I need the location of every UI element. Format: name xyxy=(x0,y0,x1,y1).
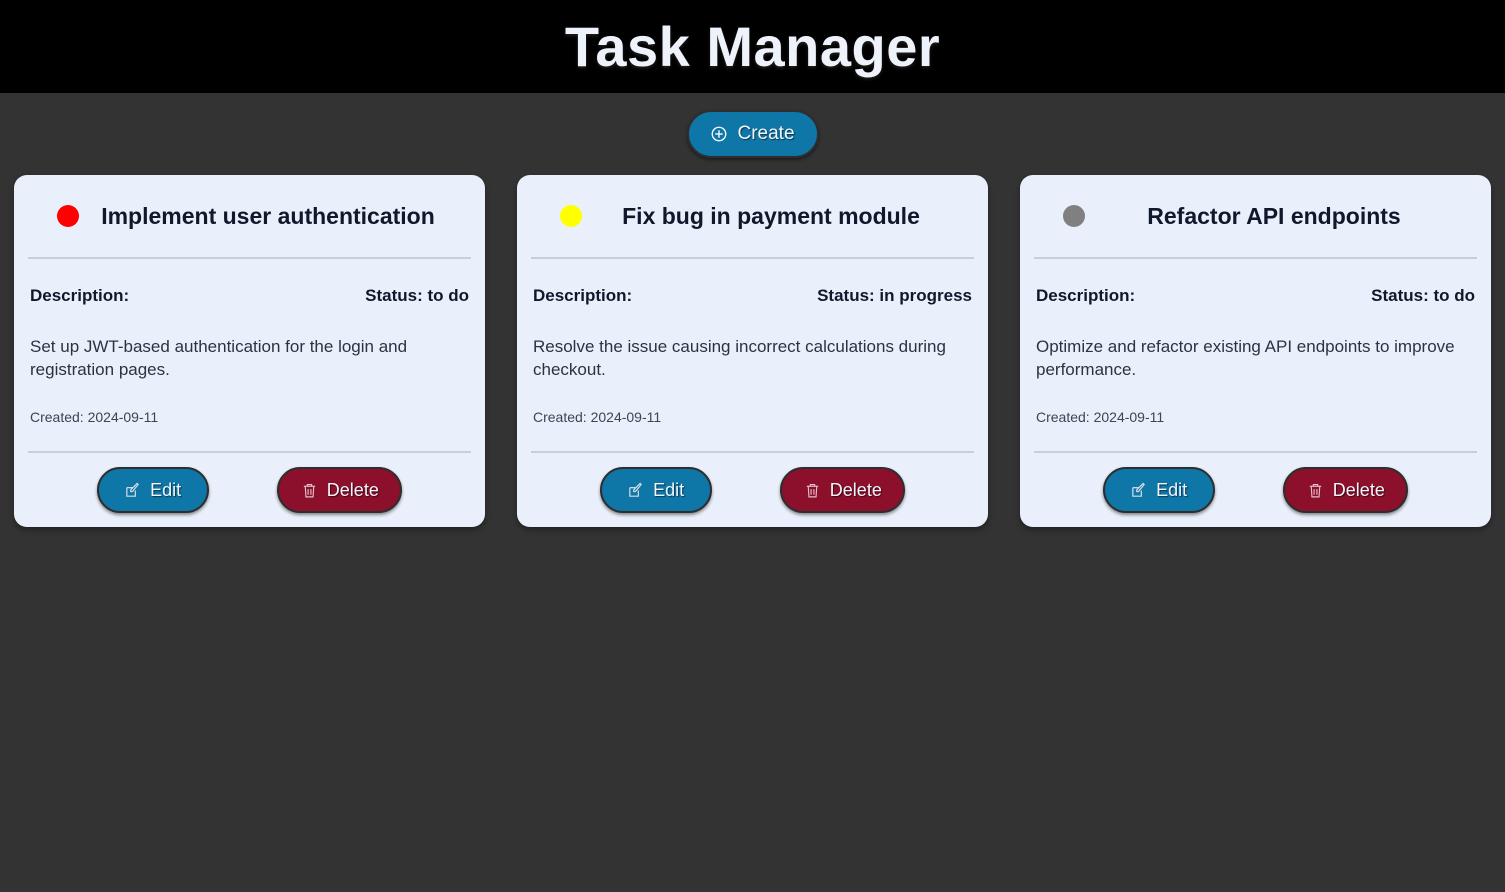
task-card[interactable]: Fix bug in payment module Description: S… xyxy=(517,175,988,527)
task-title: Refactor API endpoints xyxy=(1147,202,1401,229)
edit-button[interactable]: Edit xyxy=(599,467,712,513)
task-created-date: Created: 2024-09-11 xyxy=(30,408,159,425)
task-meta: Description: Status: in progress xyxy=(531,259,974,306)
page-title: Task Manager xyxy=(564,14,941,78)
trash-icon xyxy=(301,482,318,499)
status-badge: Status: in progress xyxy=(817,286,972,305)
delete-button-label: Delete xyxy=(829,479,882,500)
task-card-header: Implement user authentication xyxy=(28,175,471,259)
task-card[interactable]: Implement user authentication Descriptio… xyxy=(14,175,485,527)
task-meta: Description: Status: to do xyxy=(1034,259,1477,306)
trash-icon xyxy=(804,482,821,499)
delete-button[interactable]: Delete xyxy=(1283,467,1409,513)
task-description: Resolve the issue causing incorrect calc… xyxy=(533,337,946,380)
status-badge: Status: to do xyxy=(1371,286,1475,305)
task-created-date: Created: 2024-09-11 xyxy=(533,408,662,425)
delete-button-label: Delete xyxy=(326,479,379,500)
edit-button-label: Edit xyxy=(150,479,182,500)
task-description: Optimize and refactor existing API endpo… xyxy=(1036,337,1455,380)
task-card-actions: Edit Delete xyxy=(531,451,974,527)
delete-button[interactable]: Delete xyxy=(277,467,403,513)
pencil-square-icon xyxy=(627,482,644,499)
status-dot xyxy=(560,205,582,227)
description-label: Description: xyxy=(30,286,130,305)
description-label: Description: xyxy=(533,286,633,305)
edit-button-label: Edit xyxy=(653,479,685,500)
task-title: Implement user authentication xyxy=(101,202,435,229)
create-button-label: Create xyxy=(737,123,795,144)
toolbar: Create xyxy=(0,93,1505,158)
task-card[interactable]: Refactor API endpoints Description: Stat… xyxy=(1020,175,1491,527)
task-card-actions: Edit Delete xyxy=(28,451,471,527)
task-card-header: Fix bug in payment module xyxy=(531,175,974,259)
task-card-list: Implement user authentication Descriptio… xyxy=(0,158,1505,527)
edit-button-label: Edit xyxy=(1156,479,1188,500)
plus-circle-icon xyxy=(710,125,728,143)
pencil-square-icon xyxy=(1130,482,1147,499)
task-created-date: Created: 2024-09-11 xyxy=(1036,408,1165,425)
edit-button[interactable]: Edit xyxy=(96,467,209,513)
create-button[interactable]: Create xyxy=(686,110,819,158)
task-meta: Description: Status: to do xyxy=(28,259,471,306)
delete-button-label: Delete xyxy=(1332,479,1385,500)
pencil-square-icon xyxy=(124,482,141,499)
trash-icon xyxy=(1307,482,1324,499)
edit-button[interactable]: Edit xyxy=(1102,467,1215,513)
task-card-header: Refactor API endpoints xyxy=(1034,175,1477,259)
delete-button[interactable]: Delete xyxy=(780,467,906,513)
status-dot xyxy=(1063,205,1085,227)
task-card-actions: Edit Delete xyxy=(1034,451,1477,527)
task-description: Set up JWT-based authentication for the … xyxy=(30,337,408,380)
status-dot xyxy=(57,205,79,227)
task-title: Fix bug in payment module xyxy=(622,202,920,229)
app-header: Task Manager xyxy=(0,0,1505,93)
status-badge: Status: to do xyxy=(365,286,469,305)
description-label: Description: xyxy=(1036,286,1136,305)
